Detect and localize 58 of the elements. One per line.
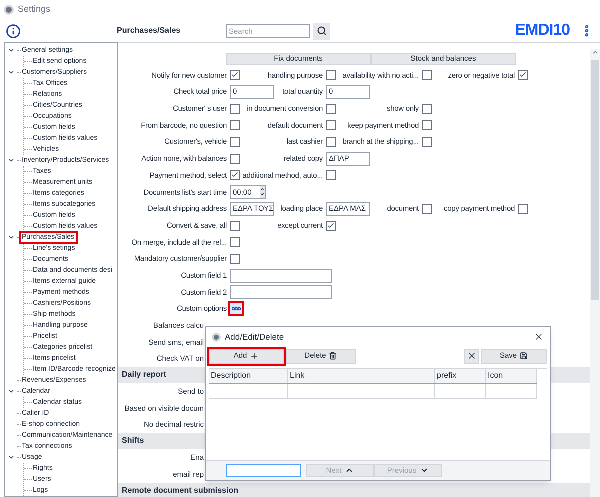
column-header[interactable]: Link xyxy=(288,369,435,383)
checkbox[interactable] xyxy=(326,104,336,114)
column-header[interactable]: Icon xyxy=(486,369,537,383)
checkbox[interactable] xyxy=(326,120,336,130)
checkbox[interactable] xyxy=(230,120,240,130)
checkbox[interactable] xyxy=(518,70,528,80)
close-icon[interactable] xyxy=(534,332,544,342)
cancel-button[interactable] xyxy=(464,348,479,364)
chevron-down-icon xyxy=(420,466,429,475)
expand-icon[interactable] xyxy=(8,47,14,54)
dots-icon xyxy=(232,306,240,311)
expand-icon[interactable] xyxy=(8,69,14,76)
checkbox[interactable] xyxy=(230,70,240,80)
text-field[interactable] xyxy=(230,285,332,300)
checkbox[interactable] xyxy=(230,104,240,114)
checkbox[interactable] xyxy=(230,237,240,248)
expand-icon[interactable] xyxy=(8,388,14,395)
text-field[interactable] xyxy=(230,268,332,283)
column-header[interactable]: prefix xyxy=(435,369,486,383)
page-title: Purchases/Sales xyxy=(117,25,182,37)
checkbox[interactable] xyxy=(422,70,432,80)
checkbox[interactable] xyxy=(422,204,432,214)
chevron-up-icon xyxy=(344,466,354,475)
app-icon xyxy=(4,5,14,15)
scrollbar[interactable] xyxy=(590,49,600,497)
save-icon xyxy=(520,352,528,360)
checkbox[interactable] xyxy=(230,170,240,180)
checkbox[interactable] xyxy=(230,254,240,264)
expand-icon[interactable] xyxy=(8,454,14,461)
more-button[interactable] xyxy=(228,301,244,316)
app-icon xyxy=(212,332,221,342)
checkbox[interactable] xyxy=(422,137,432,148)
expand-icon[interactable] xyxy=(8,157,14,164)
plus-icon xyxy=(250,352,260,360)
checkbox[interactable] xyxy=(326,70,336,80)
checkbox[interactable] xyxy=(326,220,336,231)
logo: EMDI10 xyxy=(515,21,570,41)
search-field[interactable] xyxy=(226,464,301,477)
checkbox[interactable] xyxy=(326,137,336,148)
expand-icon[interactable] xyxy=(8,234,14,241)
section-header: Remote document submission xyxy=(118,482,590,497)
close-icon xyxy=(466,351,476,361)
checkbox[interactable] xyxy=(422,120,432,130)
dialog-title: Add/Edit/Delete xyxy=(225,330,286,344)
checkbox[interactable] xyxy=(518,204,528,214)
column-header[interactable]: Description xyxy=(209,369,288,383)
window-title: Settings xyxy=(18,3,51,16)
spinner-icon[interactable] xyxy=(260,186,265,198)
search-icon xyxy=(316,26,326,36)
checkbox[interactable] xyxy=(230,154,240,164)
checkbox[interactable] xyxy=(326,170,336,180)
scroll-up-icon[interactable] xyxy=(592,49,598,56)
search-button[interactable] xyxy=(313,22,330,40)
checkbox[interactable] xyxy=(230,220,240,231)
checkbox[interactable] xyxy=(230,137,240,148)
checkbox[interactable] xyxy=(422,104,432,114)
trash-icon xyxy=(329,352,338,360)
info-icon[interactable] xyxy=(6,24,21,38)
